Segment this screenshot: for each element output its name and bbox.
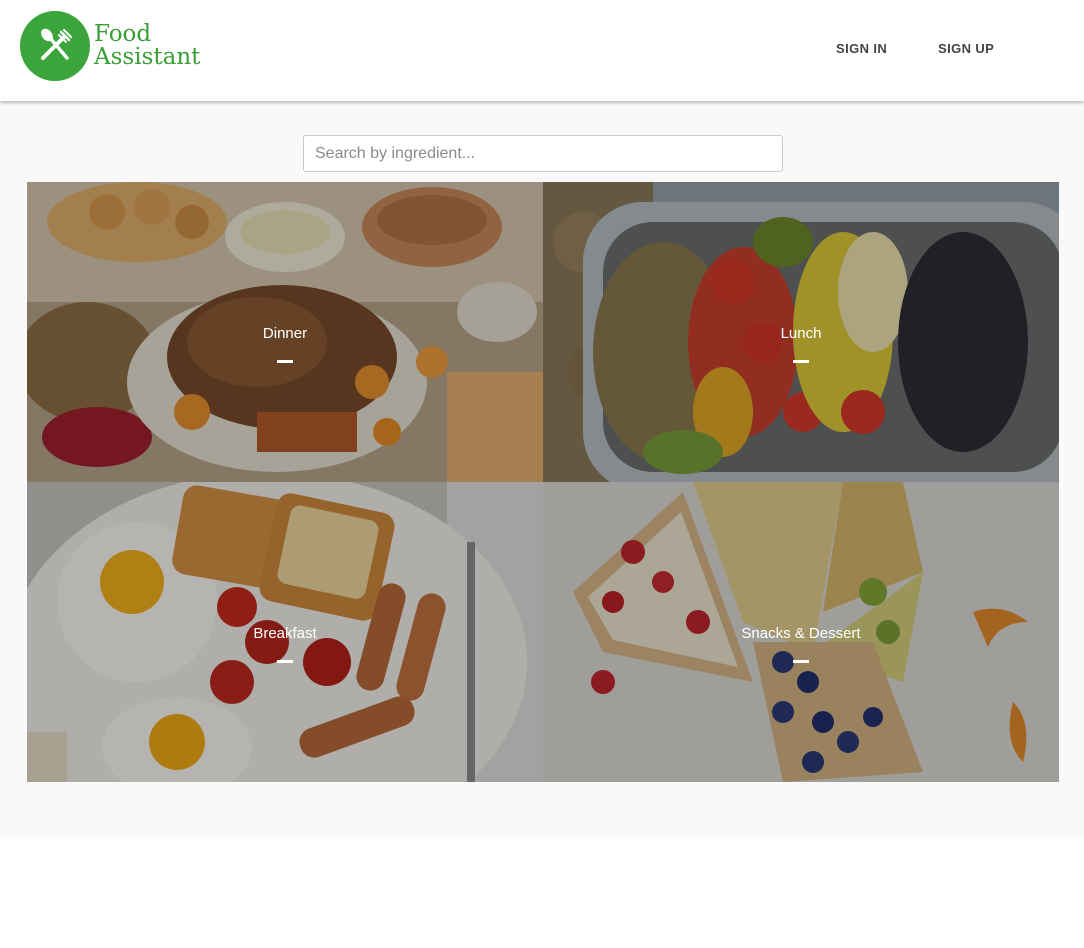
brand-line-2: Assistant (94, 44, 201, 70)
sign-up-link[interactable]: SIGN UP (938, 41, 994, 56)
category-tile-lunch[interactable]: Lunch (543, 182, 1059, 482)
sign-in-link[interactable]: SIGN IN (836, 41, 887, 56)
category-tile-breakfast[interactable]: Breakfast (27, 482, 543, 782)
tile-label: Lunch (780, 325, 822, 342)
search-input[interactable] (303, 135, 783, 172)
brand-name: Food Assistant (94, 23, 200, 69)
tile-underline (793, 360, 809, 363)
header: Food Assistant SIGN IN SIGN UP (0, 0, 1084, 101)
fork-knife-icon (20, 11, 90, 81)
tile-label: Snacks & Dessert (741, 625, 861, 642)
tile-label: Breakfast (253, 625, 317, 642)
category-tile-snacks-dessert[interactable]: Snacks & Dessert (543, 482, 1059, 782)
category-tile-dinner[interactable]: Dinner (27, 182, 543, 482)
main-content: Dinner (0, 101, 1084, 839)
tile-underline (793, 660, 809, 663)
brand-line-1: Food (94, 21, 152, 47)
category-grid: Dinner Lunch Breakfast Snacks & Dessert (27, 182, 1059, 782)
logo[interactable]: Food Assistant (20, 11, 200, 81)
tile-label: Dinner (262, 325, 308, 342)
tile-underline (277, 360, 293, 363)
tile-underline (277, 660, 293, 663)
